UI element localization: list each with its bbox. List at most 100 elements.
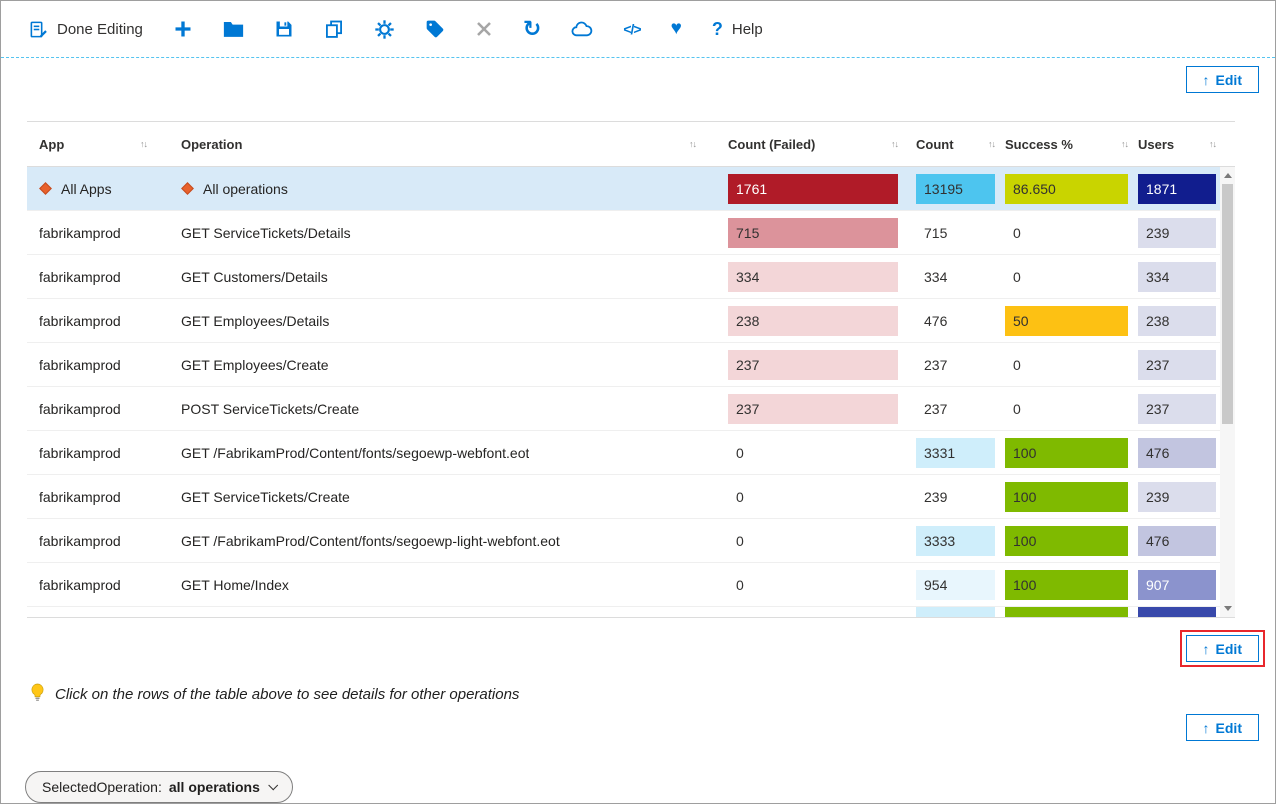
cell-operation: GET Employees/Create bbox=[169, 357, 718, 373]
cell-users: 1871 bbox=[1132, 174, 1220, 204]
column-header-succ[interactable]: Success %↑↓ bbox=[1000, 122, 1132, 166]
help-button[interactable]: ? Help bbox=[712, 19, 763, 39]
sort-icon[interactable]: ↑↓ bbox=[891, 139, 898, 149]
cell-count: 476 bbox=[908, 313, 1000, 329]
pin-button[interactable] bbox=[425, 19, 445, 39]
operations-table: App↑↓Operation↑↓Count (Failed)↑↓Count↑↓S… bbox=[27, 121, 1235, 618]
heat-cell: 334 bbox=[728, 262, 898, 292]
cell-operation: All operations bbox=[169, 181, 718, 197]
copy-button[interactable] bbox=[324, 19, 344, 39]
add-button[interactable] bbox=[173, 19, 193, 39]
cell-app: fabrikamprod bbox=[27, 401, 169, 417]
column-header-op[interactable]: Operation ↑↓ bbox=[169, 122, 718, 166]
cell-count: 3331 bbox=[908, 438, 1000, 468]
favorite-button[interactable]: ♥ bbox=[671, 19, 682, 39]
scrollbar-thumb[interactable] bbox=[1222, 184, 1233, 424]
cell-success: 0 bbox=[1000, 269, 1132, 285]
table-row[interactable]: fabrikamprod GET /FabrikamProd/Content/f… bbox=[27, 519, 1220, 563]
cell-success: 100 bbox=[1000, 526, 1132, 556]
sort-icon[interactable]: ↑↓ bbox=[140, 139, 147, 149]
table-row[interactable]: fabrikamprod GET Customers/Details 334 3… bbox=[27, 255, 1220, 299]
cell-users: 476 bbox=[1132, 526, 1220, 556]
up-arrow-icon: ↑ bbox=[1203, 720, 1210, 736]
value-cell: 0 bbox=[728, 533, 744, 549]
cell-count-failed: 0 bbox=[718, 577, 908, 593]
done-editing-button[interactable]: Done Editing bbox=[29, 20, 143, 39]
cell-count-failed: 0 bbox=[718, 445, 908, 461]
edit-button-label: Edit bbox=[1216, 720, 1242, 736]
heat-cell: 237 bbox=[1138, 394, 1216, 424]
sort-icon[interactable]: ↑↓ bbox=[988, 139, 995, 149]
heat-cell: 239 bbox=[1138, 482, 1216, 512]
heat-cell: 13195 bbox=[916, 174, 995, 204]
table-row-partial[interactable] bbox=[27, 607, 1220, 617]
sort-icon[interactable]: ↑↓ bbox=[1121, 139, 1128, 149]
heat-cell: 100 bbox=[1005, 438, 1128, 468]
cloud-button[interactable] bbox=[571, 20, 593, 38]
cell-count-failed: 238 bbox=[718, 306, 908, 336]
advanced-editor-button[interactable]: </> bbox=[623, 19, 640, 39]
cell-count: 334 bbox=[908, 269, 1000, 285]
cell-operation: GET /FabrikamProd/Content/fonts/segoewp-… bbox=[169, 533, 718, 549]
table-row[interactable]: fabrikamprod POST ServiceTickets/Create … bbox=[27, 387, 1220, 431]
edit-button[interactable]: ↑ Edit bbox=[1186, 635, 1259, 662]
table-row[interactable]: fabrikamprod GET Home/Index 0 954 100 90… bbox=[27, 563, 1220, 607]
up-arrow-icon: ↑ bbox=[1203, 641, 1210, 657]
table-row[interactable]: fabrikamprod GET /FabrikamProd/Content/f… bbox=[27, 431, 1220, 475]
cell-operation: GET Customers/Details bbox=[169, 269, 718, 285]
column-header-cf[interactable]: Count (Failed)↑↓ bbox=[718, 122, 908, 166]
annotation-highlight: ↑ Edit bbox=[1180, 630, 1265, 667]
cell-app: fabrikamprod bbox=[27, 357, 169, 373]
settings-button[interactable] bbox=[374, 19, 395, 40]
cell-operation: GET ServiceTickets/Details bbox=[169, 225, 718, 241]
edit-button[interactable]: ↑ Edit bbox=[1186, 66, 1259, 93]
edit-button-label: Edit bbox=[1216, 641, 1242, 657]
heat-cell: 476 bbox=[1138, 438, 1216, 468]
edit-row-bottom: ↑ Edit bbox=[1, 714, 1275, 741]
scroll-down-button[interactable] bbox=[1220, 600, 1235, 617]
edit-row-middle: ↑ Edit bbox=[1, 630, 1275, 667]
heat-cell: 1761 bbox=[728, 174, 898, 204]
open-button[interactable] bbox=[223, 20, 244, 38]
app-insights-diamond-icon bbox=[181, 182, 194, 195]
triangle-down-icon bbox=[1224, 606, 1232, 611]
sort-icon[interactable]: ↑↓ bbox=[1209, 139, 1216, 149]
refresh-button[interactable]: ↻ bbox=[523, 19, 541, 39]
table-row[interactable]: fabrikamprod GET Employees/Details 238 4… bbox=[27, 299, 1220, 343]
value-cell: 334 bbox=[916, 269, 947, 285]
triangle-up-icon bbox=[1224, 173, 1232, 178]
value-cell: 0 bbox=[728, 445, 744, 461]
cell-app: All Apps bbox=[27, 181, 169, 197]
table-row[interactable]: All Apps All operations 1761 13195 86.65… bbox=[27, 167, 1220, 211]
cell-users: 239 bbox=[1132, 218, 1220, 248]
edit-button[interactable]: ↑ Edit bbox=[1186, 714, 1259, 741]
table-row[interactable]: fabrikamprod GET ServiceTickets/Details … bbox=[27, 211, 1220, 255]
column-header-app[interactable]: App↑↓ bbox=[27, 122, 169, 166]
gear-icon bbox=[374, 19, 395, 40]
column-label: Operation bbox=[181, 137, 242, 152]
sort-icon[interactable]: ↑↓ bbox=[689, 139, 696, 149]
heat-cell: 1871 bbox=[1138, 174, 1216, 204]
value-cell: 0 bbox=[1005, 357, 1021, 373]
cell-count: 954 bbox=[908, 570, 1000, 600]
vertical-scrollbar[interactable] bbox=[1220, 167, 1235, 617]
save-button[interactable] bbox=[274, 19, 294, 39]
chevron-down-icon bbox=[268, 780, 278, 790]
app-insights-diamond-icon bbox=[39, 182, 52, 195]
cell-operation: GET ServiceTickets/Create bbox=[169, 489, 718, 505]
column-header-users[interactable]: Users↑↓ bbox=[1132, 122, 1220, 166]
column-header-count[interactable]: Count↑↓ bbox=[908, 122, 1000, 166]
scroll-up-button[interactable] bbox=[1220, 167, 1235, 184]
heat-cell: 100 bbox=[1005, 482, 1128, 512]
cell-users: 334 bbox=[1132, 262, 1220, 292]
cell-app: fabrikamprod bbox=[27, 313, 169, 329]
selected-operation-dropdown[interactable]: SelectedOperation: all operations bbox=[25, 771, 293, 803]
cell-users: 237 bbox=[1132, 394, 1220, 424]
cell-users: 476 bbox=[1132, 438, 1220, 468]
table-row[interactable]: fabrikamprod GET Employees/Create 237 23… bbox=[27, 343, 1220, 387]
heat-cell: 715 bbox=[728, 218, 898, 248]
discard-button[interactable] bbox=[475, 20, 493, 38]
up-arrow-icon: ↑ bbox=[1203, 72, 1210, 88]
heat-cell: 100 bbox=[1005, 526, 1128, 556]
table-row[interactable]: fabrikamprod GET ServiceTickets/Create 0… bbox=[27, 475, 1220, 519]
